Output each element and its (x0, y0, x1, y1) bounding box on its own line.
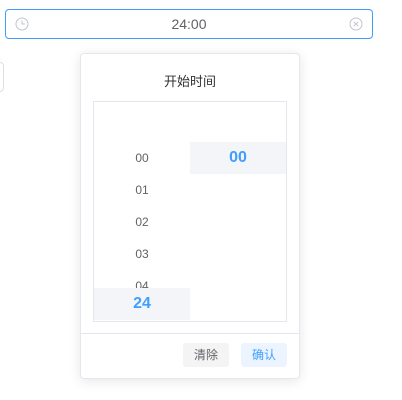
minute-column[interactable]: 00 (190, 102, 286, 321)
selected-hour[interactable]: 24 (94, 288, 190, 320)
hour-option[interactable]: 00 (94, 142, 190, 174)
time-spinner: 00 01 02 03 04 24 00 (93, 101, 287, 322)
hour-option[interactable]: 02 (94, 206, 190, 238)
popover-title: 开始时间 (163, 74, 216, 89)
time-input-value: 24:00 (171, 16, 207, 32)
page: 24:00 开始时间 00 01 02 03 04 24 00 清除 确认 (0, 0, 402, 400)
confirm-button[interactable]: 确认 (241, 343, 287, 367)
hour-option[interactable]: 03 (94, 238, 190, 270)
circle-close-icon[interactable] (349, 17, 363, 31)
time-input[interactable]: 24:00 (5, 9, 373, 39)
time-picker-popover: 开始时间 00 01 02 03 04 24 00 清除 确认 (80, 53, 300, 379)
hour-option[interactable]: 01 (94, 174, 190, 206)
partial-input-edge (0, 62, 4, 92)
footer-divider (81, 333, 299, 334)
selected-minute[interactable]: 00 (190, 142, 286, 174)
clear-button[interactable]: 清除 (183, 343, 229, 367)
hour-column[interactable]: 00 01 02 03 04 24 (94, 102, 190, 321)
